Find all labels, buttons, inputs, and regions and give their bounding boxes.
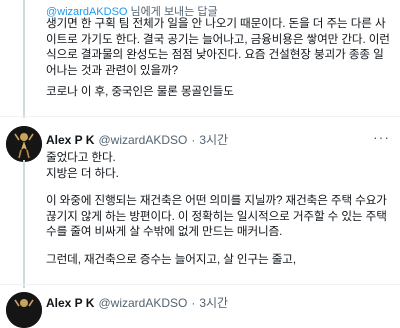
avatar[interactable] xyxy=(6,292,42,328)
avatar-figure-icon xyxy=(6,126,42,162)
separator-dot: · xyxy=(191,132,196,147)
tweet-text-paragraph: 그런데, 재건축으로 증수는 늘어지고, 살 인구는 줄고, xyxy=(46,252,296,266)
tweet-divider xyxy=(0,284,400,285)
thread-connector-line xyxy=(23,160,25,288)
author-handle[interactable]: @wizardAKDSO xyxy=(98,133,187,147)
author-name[interactable]: Alex P K xyxy=(46,296,94,310)
avatar-figure-icon xyxy=(6,292,42,328)
tweet-text-paragraph: 이 와중에 진행되는 재건축은 어떤 의미를 지닐까? 재건축은 주택 수요가 … xyxy=(46,194,390,238)
tweet-text-paragraph: 코로나 이 후, 중국인은 물론 몽골인들도 xyxy=(46,85,234,98)
tweet-divider xyxy=(0,116,400,117)
tweet-header: Alex P K @wizardAKDSO · 3시간 xyxy=(46,131,392,148)
tweet-header: Alex P K @wizardAKDSO · 3시간 xyxy=(46,294,392,311)
thread-connector-line xyxy=(23,0,25,118)
tweet-text-line: 지방은 더 하다. xyxy=(46,166,119,180)
author-handle[interactable]: @wizardAKDSO xyxy=(98,296,187,310)
timestamp[interactable]: 3시간 xyxy=(199,131,228,148)
more-options-button[interactable]: ··· xyxy=(373,129,390,145)
avatar[interactable] xyxy=(6,126,42,162)
tweet-text: 줄었다고 한다. 지방은 더 하다. 이 와중에 진행되는 재건축은 어떤 의미… xyxy=(46,150,396,267)
tweet-text-line: 줄었다고 한다. xyxy=(46,151,116,164)
timestamp[interactable]: 3시간 xyxy=(199,294,228,311)
separator-dot: · xyxy=(191,295,196,310)
author-name[interactable]: Alex P K xyxy=(46,133,94,147)
tweet-text-paragraph: 생기면 한 구획 팀 전체가 일을 안 나오기 때문이다. 돈을 더 주는 다른… xyxy=(46,17,394,77)
